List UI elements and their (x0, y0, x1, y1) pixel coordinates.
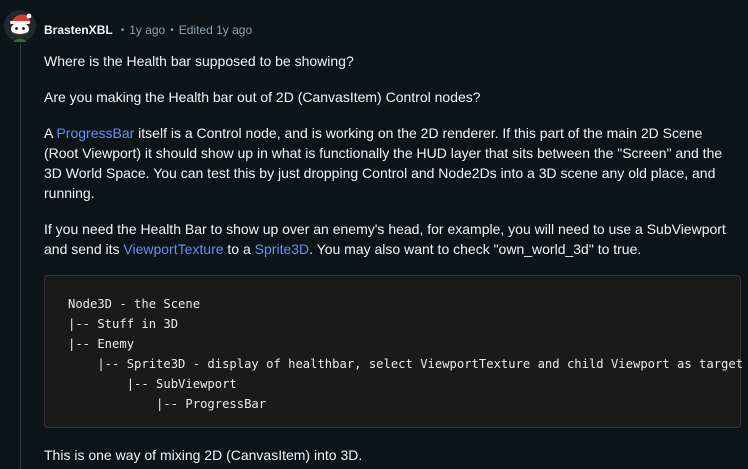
paragraph-text: A (44, 125, 57, 141)
thread-line[interactable] (20, 44, 21, 469)
comment-paragraph: Are you making the Health bar out of 2D … (44, 89, 481, 105)
code-line: Node3D - the Scene (68, 297, 201, 311)
snoo-avatar-icon (4, 10, 36, 42)
meta-separator: • (120, 24, 125, 36)
code-line: |-- ProgressBar (68, 397, 267, 411)
comment-meta: BrastenXBL • 1y ago • Edited 1y ago (44, 22, 252, 38)
code-line: |-- Sprite3D - display of healthbar, sel… (68, 357, 744, 371)
comment-paragraph: If you need the Health Bar to show up ov… (44, 219, 734, 259)
edited-label: Edited 1y ago (178, 23, 253, 37)
meta-separator: • (170, 24, 174, 36)
sprite3d-link[interactable]: Sprite3D (255, 241, 309, 257)
comment-paragraph: Where is the Health bar supposed to be s… (44, 53, 354, 69)
comment-paragraph: This is one way of mixing 2D (CanvasItem… (44, 447, 363, 463)
viewporttexture-link[interactable]: ViewportTexture (123, 241, 223, 257)
progressbar-link[interactable]: ProgressBar (56, 125, 134, 141)
avatar[interactable] (4, 10, 36, 42)
code-block[interactable]: Node3D - the Scene |-- Stuff in 3D |-- E… (44, 275, 744, 428)
author-username[interactable]: BrastenXBL (44, 23, 113, 37)
code-line: |-- Stuff in 3D (68, 317, 179, 331)
paragraph-text: to a (223, 241, 255, 257)
paragraph-text: . You may also want to check "own_world_… (309, 241, 642, 257)
comment-age[interactable]: 1y ago (129, 23, 165, 37)
paragraph-text: itself is a Control node, and is working… (44, 125, 723, 201)
comment-paragraph: A ProgressBar itself is a Control node, … (44, 123, 740, 203)
code-line: |-- SubViewport (68, 377, 237, 391)
code-line: |-- Enemy (68, 337, 135, 351)
